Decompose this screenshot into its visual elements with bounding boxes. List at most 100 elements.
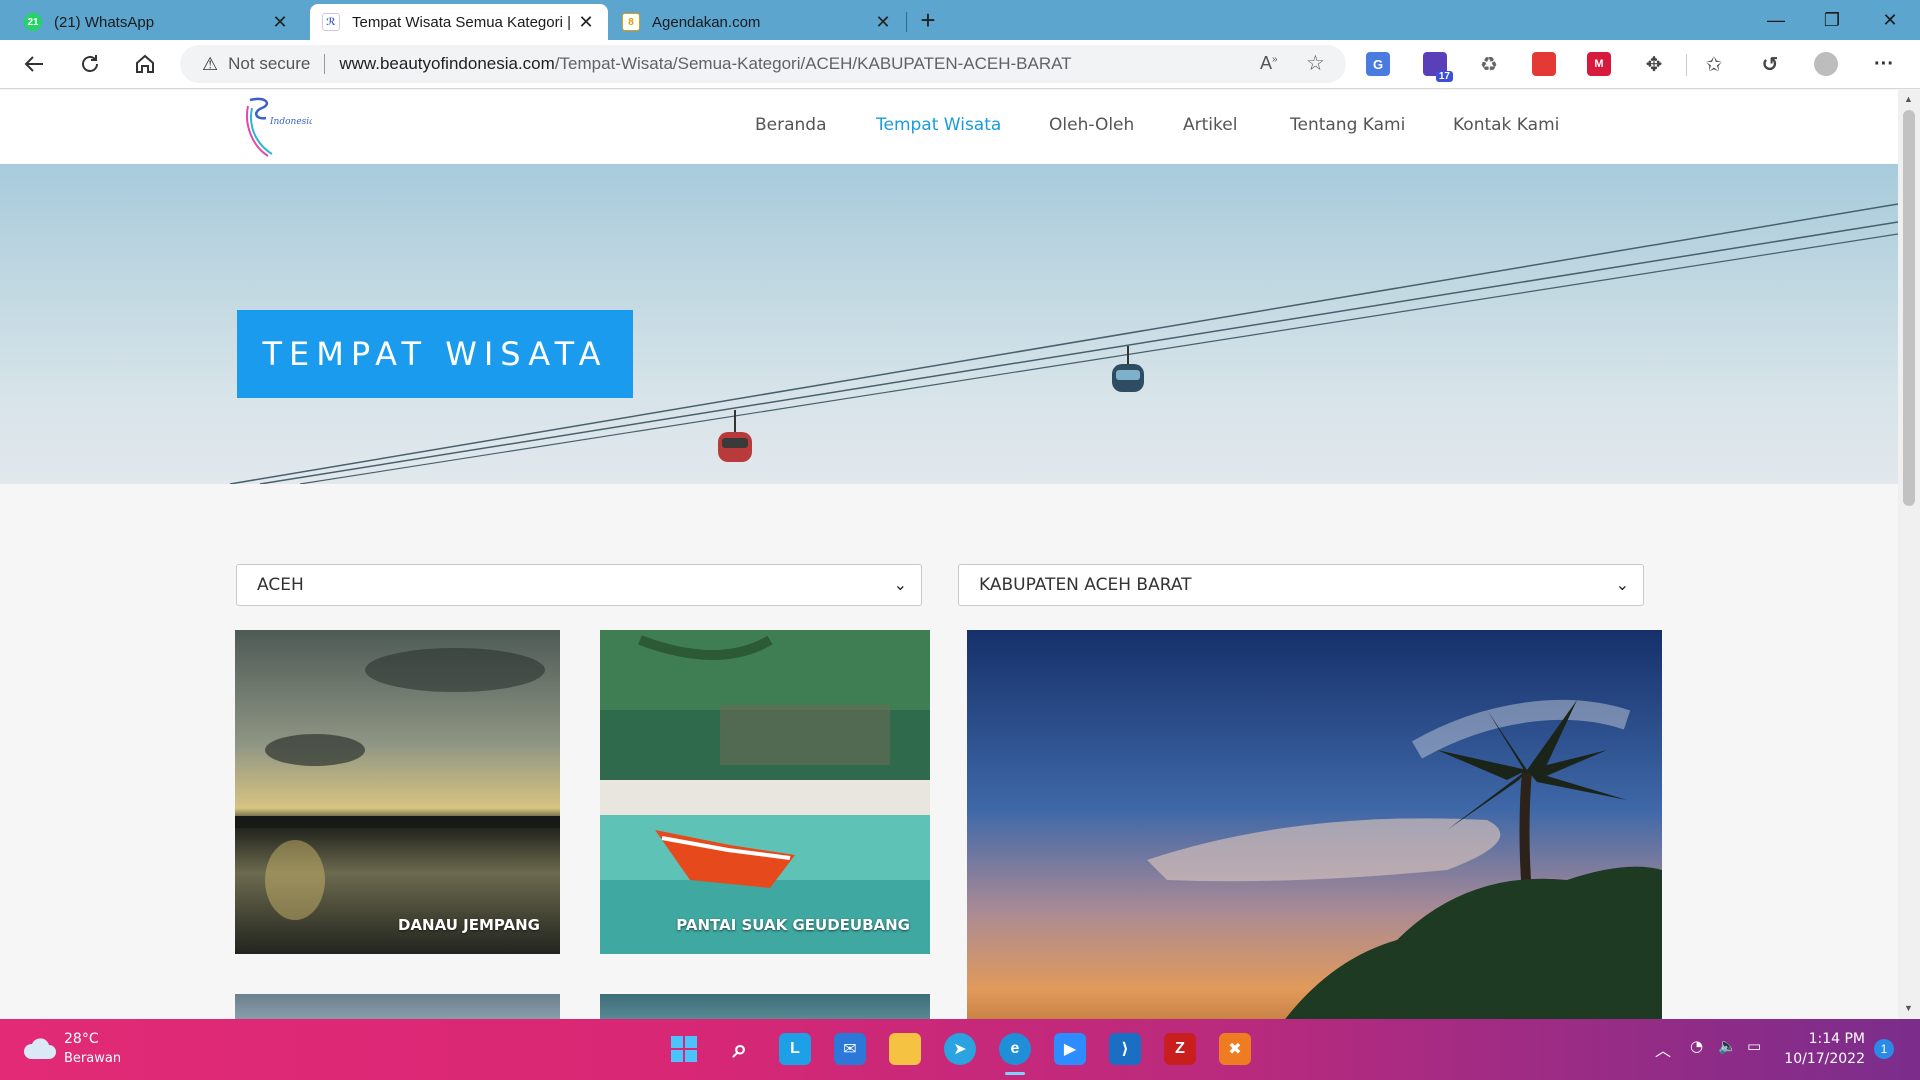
- xampp-icon[interactable]: ✖: [1219, 1033, 1251, 1065]
- search-icon[interactable]: ⌕: [724, 1033, 756, 1065]
- browser-tab-bar: 21 (21) WhatsApp ✕ ℛ Tempat Wisata Semua…: [0, 0, 1920, 40]
- recycle-extension-icon[interactable]: ♻: [1477, 52, 1501, 76]
- tab-tempat-wisata[interactable]: ℛ Tempat Wisata Semua Kategori | ✕: [310, 4, 608, 40]
- url-path: /Tempat-Wisata/Semua-Kategori/ACEH/KABUP…: [554, 54, 1072, 73]
- more-menu-icon[interactable]: ···: [1872, 52, 1896, 76]
- regency-select[interactable]: KABUPATEN ACEH BARAT ⌄: [958, 564, 1644, 606]
- card-caption: PANTAI SUAK GEUDEUBANG: [676, 916, 910, 934]
- beach-boat-image: [600, 630, 930, 954]
- notification-badge[interactable]: 1: [1874, 1039, 1894, 1059]
- battery-icon[interactable]: ▭: [1747, 1037, 1761, 1055]
- scrollbar-thumb[interactable]: [1903, 110, 1915, 506]
- close-window-button[interactable]: ✕: [1862, 0, 1918, 40]
- edge-browser-icon[interactable]: e: [999, 1033, 1031, 1065]
- restore-button[interactable]: ❐: [1804, 0, 1860, 40]
- nav-oleh-oleh[interactable]: Oleh-Oleh: [1049, 115, 1134, 135]
- close-icon[interactable]: ✕: [270, 12, 290, 33]
- new-tab-button[interactable]: +: [914, 5, 942, 35]
- extensions-puzzle-icon[interactable]: ✥: [1642, 52, 1666, 76]
- close-icon[interactable]: ✕: [873, 12, 893, 33]
- mm-extension-icon[interactable]: M: [1587, 52, 1611, 76]
- weather-description[interactable]: Berawan: [64, 1051, 121, 1066]
- nav-tempat-wisata[interactable]: Tempat Wisata: [876, 115, 1001, 135]
- toolbar-divider: [1686, 54, 1687, 76]
- filezilla-icon[interactable]: Z: [1164, 1033, 1196, 1065]
- agendakan-icon: 8: [622, 13, 640, 31]
- read-aloud-icon[interactable]: A»: [1260, 53, 1278, 74]
- home-icon: [136, 54, 154, 73]
- tab-divider: [906, 12, 907, 32]
- beauty-of-indonesia-logo[interactable]: Indonesia: [238, 94, 312, 160]
- weather-temperature[interactable]: 28°C: [64, 1031, 99, 1047]
- destination-card-pantai-suak-geudeubang[interactable]: PANTAI SUAK GEUDEUBANG: [600, 630, 930, 954]
- home-button[interactable]: [127, 46, 163, 82]
- nav-artikel[interactable]: Artikel: [1183, 115, 1237, 135]
- security-status[interactable]: Not secure: [228, 54, 310, 74]
- show-hidden-icons-chevron-icon[interactable]: ︿: [1655, 1037, 1671, 1061]
- destination-card[interactable]: [600, 994, 930, 1019]
- clock-date[interactable]: 10/17/2022: [1778, 1051, 1865, 1067]
- extension-badge: 17: [1435, 71, 1453, 82]
- close-icon[interactable]: ✕: [576, 12, 596, 33]
- beauty-of-indonesia-icon: ℛ: [322, 13, 340, 31]
- hero-banner: TEMPAT WISATA: [0, 164, 1898, 484]
- windows-start-icon[interactable]: [668, 1033, 700, 1065]
- grad-cap-extension-icon[interactable]: 17: [1423, 52, 1453, 82]
- favorites-icon[interactable]: ✩: [1702, 52, 1726, 76]
- browser-toolbar: ⚠ Not secure www.beautyofindonesia.com/T…: [0, 40, 1920, 89]
- wifi-icon[interactable]: ◔: [1690, 1037, 1703, 1055]
- web-page: Indonesia Beranda Tempat Wisata Oleh-Ole…: [0, 90, 1898, 1019]
- mail-icon[interactable]: ✉: [834, 1033, 866, 1065]
- chevron-down-icon: ⌄: [893, 575, 907, 594]
- back-arrow-icon: [24, 56, 43, 72]
- zoom-icon[interactable]: ▶: [1054, 1033, 1086, 1065]
- active-app-indicator: [1005, 1072, 1025, 1075]
- nav-kontak-kami[interactable]: Kontak Kami: [1453, 115, 1559, 135]
- hero-title: TEMPAT WISATA: [237, 310, 633, 398]
- address-bar[interactable]: ⚠ Not secure www.beautyofindonesia.com/T…: [180, 45, 1346, 83]
- site-header: Indonesia Beranda Tempat Wisata Oleh-Ole…: [0, 90, 1898, 164]
- scroll-down-icon[interactable]: ▼: [1904, 1003, 1913, 1013]
- refresh-button[interactable]: [72, 46, 108, 82]
- province-select[interactable]: ACEH ⌄: [236, 564, 922, 606]
- history-icon[interactable]: ↺: [1758, 52, 1782, 76]
- tab-agendakan[interactable]: 8 Agendakan.com ✕: [610, 4, 905, 40]
- nav-tentang-kami[interactable]: Tentang Kami: [1290, 115, 1405, 135]
- lake-sunset-image: [235, 630, 560, 954]
- tab-whatsapp[interactable]: 21 (21) WhatsApp ✕: [12, 4, 302, 40]
- telegram-icon[interactable]: ➤: [944, 1033, 976, 1065]
- cloud-weather-icon[interactable]: [22, 1035, 56, 1061]
- clock-time[interactable]: 1:14 PM: [1805, 1031, 1865, 1047]
- refresh-icon: [82, 55, 98, 72]
- url-text[interactable]: www.beautyofindonesia.com/Tempat-Wisata/…: [339, 54, 1071, 74]
- red-square-extension-icon[interactable]: [1532, 52, 1556, 76]
- tab-title: Agendakan.com: [652, 13, 761, 31]
- palm-sunset-image: [967, 630, 1662, 1019]
- vscode-icon[interactable]: ⟩: [1109, 1033, 1141, 1065]
- destination-card[interactable]: [235, 994, 560, 1019]
- l-app-icon[interactable]: L: [779, 1033, 811, 1065]
- destination-card-danau-jempang[interactable]: DANAU JEMPANG: [235, 630, 560, 954]
- regency-select-value: KABUPATEN ACEH BARAT: [979, 575, 1192, 595]
- windows-taskbar: 28°C Berawan ⌕ L ✉ ➤ e ▶ ⟩ Z ✖ ︿ ◔ 🔈 ▭ 1…: [0, 1019, 1920, 1080]
- whatsapp-icon: 21: [24, 13, 42, 31]
- translate-extension-icon[interactable]: G: [1366, 52, 1390, 76]
- add-favorite-icon[interactable]: ☆: [1306, 51, 1325, 76]
- warning-icon[interactable]: ⚠: [202, 54, 218, 75]
- profile-avatar-icon[interactable]: [1814, 52, 1838, 76]
- minimize-button[interactable]: —: [1748, 0, 1804, 40]
- province-select-value: ACEH: [257, 575, 304, 595]
- back-button[interactable]: [16, 46, 52, 82]
- nav-beranda[interactable]: Beranda: [755, 115, 827, 135]
- svg-text:Indonesia: Indonesia: [269, 117, 312, 127]
- featured-destination-image[interactable]: [967, 630, 1662, 1019]
- scroll-up-icon[interactable]: ▲: [1904, 94, 1913, 104]
- url-host: www.beautyofindonesia.com: [339, 54, 555, 73]
- page-scrollbar[interactable]: ▲ ▼: [1898, 90, 1920, 1019]
- volume-icon[interactable]: 🔈: [1718, 1037, 1737, 1055]
- chevron-down-icon: ⌄: [1615, 575, 1629, 594]
- tab-title: (21) WhatsApp: [54, 13, 155, 31]
- card-caption: DANAU JEMPANG: [397, 916, 540, 934]
- file-explorer-icon[interactable]: [889, 1033, 921, 1065]
- tab-title: Tempat Wisata Semua Kategori |: [352, 13, 571, 31]
